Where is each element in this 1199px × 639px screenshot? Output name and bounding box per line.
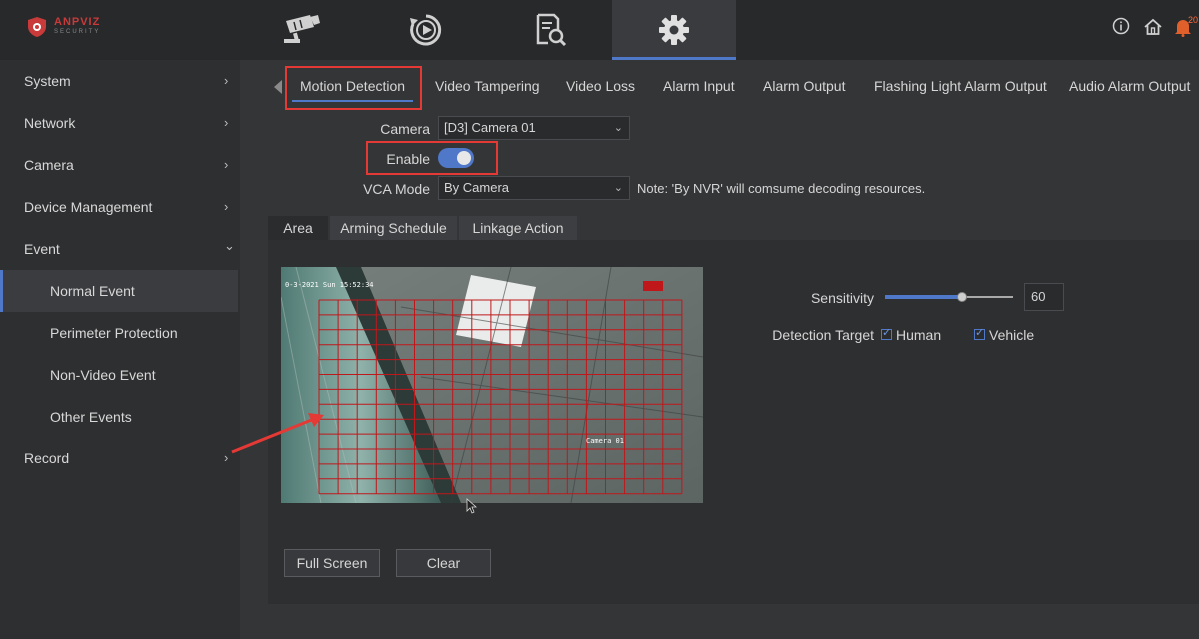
mouse-cursor-icon xyxy=(466,498,478,514)
sidebar-item-network[interactable]: Network › xyxy=(0,102,238,144)
chevron-down-icon: ⌄ xyxy=(224,238,235,253)
nav-search[interactable] xyxy=(488,0,612,60)
vehicle-checkbox[interactable] xyxy=(974,326,985,340)
camera-select-value: [D3] Camera 01 xyxy=(444,120,536,135)
sidebar-item-label: Non-Video Event xyxy=(50,367,156,383)
brand-name: ANPVIZ xyxy=(54,16,101,28)
sidebar-item-record[interactable]: Record › xyxy=(0,437,238,479)
sensitivity-slider-fill xyxy=(885,295,962,299)
sidebar-item-label: Network xyxy=(24,115,76,131)
chevron-right-icon: › xyxy=(224,73,229,88)
chevron-right-icon: › xyxy=(224,157,229,172)
sidebar-item-event[interactable]: Event ⌄ xyxy=(0,228,238,270)
camera-preview[interactable]: 0-3-2021 Sun 15:52:34 Camera 01 xyxy=(281,267,703,503)
chevron-down-icon: ⌄ xyxy=(613,122,623,134)
tab-video-loss[interactable]: Video Loss xyxy=(566,78,635,94)
subtab-linkage-action[interactable]: Linkage Action xyxy=(459,216,577,240)
sidebar-item-camera[interactable]: Camera › xyxy=(0,144,238,186)
vca-mode-select[interactable]: By Camera ⌄ xyxy=(438,176,630,200)
sidebar-item-label: Record xyxy=(24,450,70,466)
highlight-box-enable xyxy=(366,141,498,175)
video-timestamp: 0-3-2021 Sun 15:52:34 xyxy=(285,281,374,289)
chevron-right-icon: › xyxy=(224,199,229,214)
top-bar: ANPVIZ SECURITY 20 xyxy=(0,0,1199,60)
sensitivity-slider-handle[interactable] xyxy=(956,292,967,302)
tab-audio-alarm-output[interactable]: Audio Alarm Output xyxy=(1069,78,1190,94)
sidebar-item-perimeter-protection[interactable]: Perimeter Protection xyxy=(0,312,238,354)
sidebar-item-label: Camera xyxy=(24,157,74,173)
highlight-box-motion-detection xyxy=(285,66,422,110)
human-checkbox[interactable] xyxy=(881,326,892,340)
cctv-camera-icon xyxy=(284,15,320,43)
brand-shield-icon xyxy=(28,17,46,37)
brand-logo: ANPVIZ SECURITY xyxy=(26,14,106,40)
tab-alarm-input[interactable]: Alarm Input xyxy=(663,78,735,94)
nav-live-view[interactable] xyxy=(240,0,364,60)
sidebar-item-other-events[interactable]: Other Events xyxy=(0,396,238,438)
chevron-down-icon: ⌄ xyxy=(613,182,623,194)
home-button[interactable] xyxy=(1143,17,1163,37)
camera-select[interactable]: [D3] Camera 01 ⌄ xyxy=(438,116,630,140)
brand-tagline: SECURITY xyxy=(54,29,101,35)
tabs-scroll-left-icon[interactable] xyxy=(274,80,282,94)
tab-flashing-light-alarm-output[interactable]: Flashing Light Alarm Output xyxy=(874,78,1047,94)
sensitivity-label: Sensitivity xyxy=(810,290,874,306)
human-label: Human xyxy=(896,327,942,343)
chevron-right-icon: › xyxy=(224,115,229,130)
sidebar-item-system[interactable]: System › xyxy=(0,60,238,102)
subtab-arming-schedule[interactable]: Arming Schedule xyxy=(330,216,457,240)
sidebar-item-label: Perimeter Protection xyxy=(50,325,178,341)
sidebar-item-label: System xyxy=(24,73,71,89)
vehicle-label: Vehicle xyxy=(989,327,1035,343)
vca-mode-select-value: By Camera xyxy=(444,180,510,195)
nav-settings[interactable] xyxy=(612,0,736,60)
gear-icon xyxy=(659,15,689,45)
subtab-area[interactable]: Area xyxy=(268,216,328,240)
file-search-icon xyxy=(536,13,567,47)
camera-label: Camera xyxy=(380,121,430,137)
sidebar-item-device-management[interactable]: Device Management › xyxy=(0,186,238,228)
sidebar-item-label: Device Management xyxy=(24,199,153,215)
camera-scene xyxy=(281,267,703,503)
tab-video-tampering[interactable]: Video Tampering xyxy=(435,78,540,94)
vca-mode-label: VCA Mode xyxy=(363,181,430,197)
detection-target-label: Detection Target xyxy=(772,327,874,343)
sidebar-item-label: Other Events xyxy=(50,409,132,425)
notification-count: 20 xyxy=(1188,15,1199,25)
sidebar-item-non-video-event[interactable]: Non-Video Event xyxy=(0,354,238,396)
clear-button[interactable]: Clear xyxy=(396,549,491,577)
info-icon xyxy=(1112,17,1130,35)
vca-note: Note: 'By NVR' will comsume decoding res… xyxy=(637,181,926,196)
sidebar-item-label: Event xyxy=(24,241,60,257)
info-button[interactable] xyxy=(1112,17,1132,37)
video-camera-name: Camera 01 xyxy=(586,437,624,445)
annotation-arrow xyxy=(231,413,324,454)
sensitivity-input[interactable]: 60 xyxy=(1024,283,1064,311)
sidebar-item-label: Normal Event xyxy=(50,283,135,299)
tab-alarm-output[interactable]: Alarm Output xyxy=(763,78,845,94)
sidebar-item-normal-event[interactable]: Normal Event xyxy=(0,270,238,312)
full-screen-button[interactable]: Full Screen xyxy=(284,549,380,577)
home-icon xyxy=(1144,18,1162,35)
nav-playback[interactable] xyxy=(364,0,488,60)
playback-icon xyxy=(410,14,442,46)
